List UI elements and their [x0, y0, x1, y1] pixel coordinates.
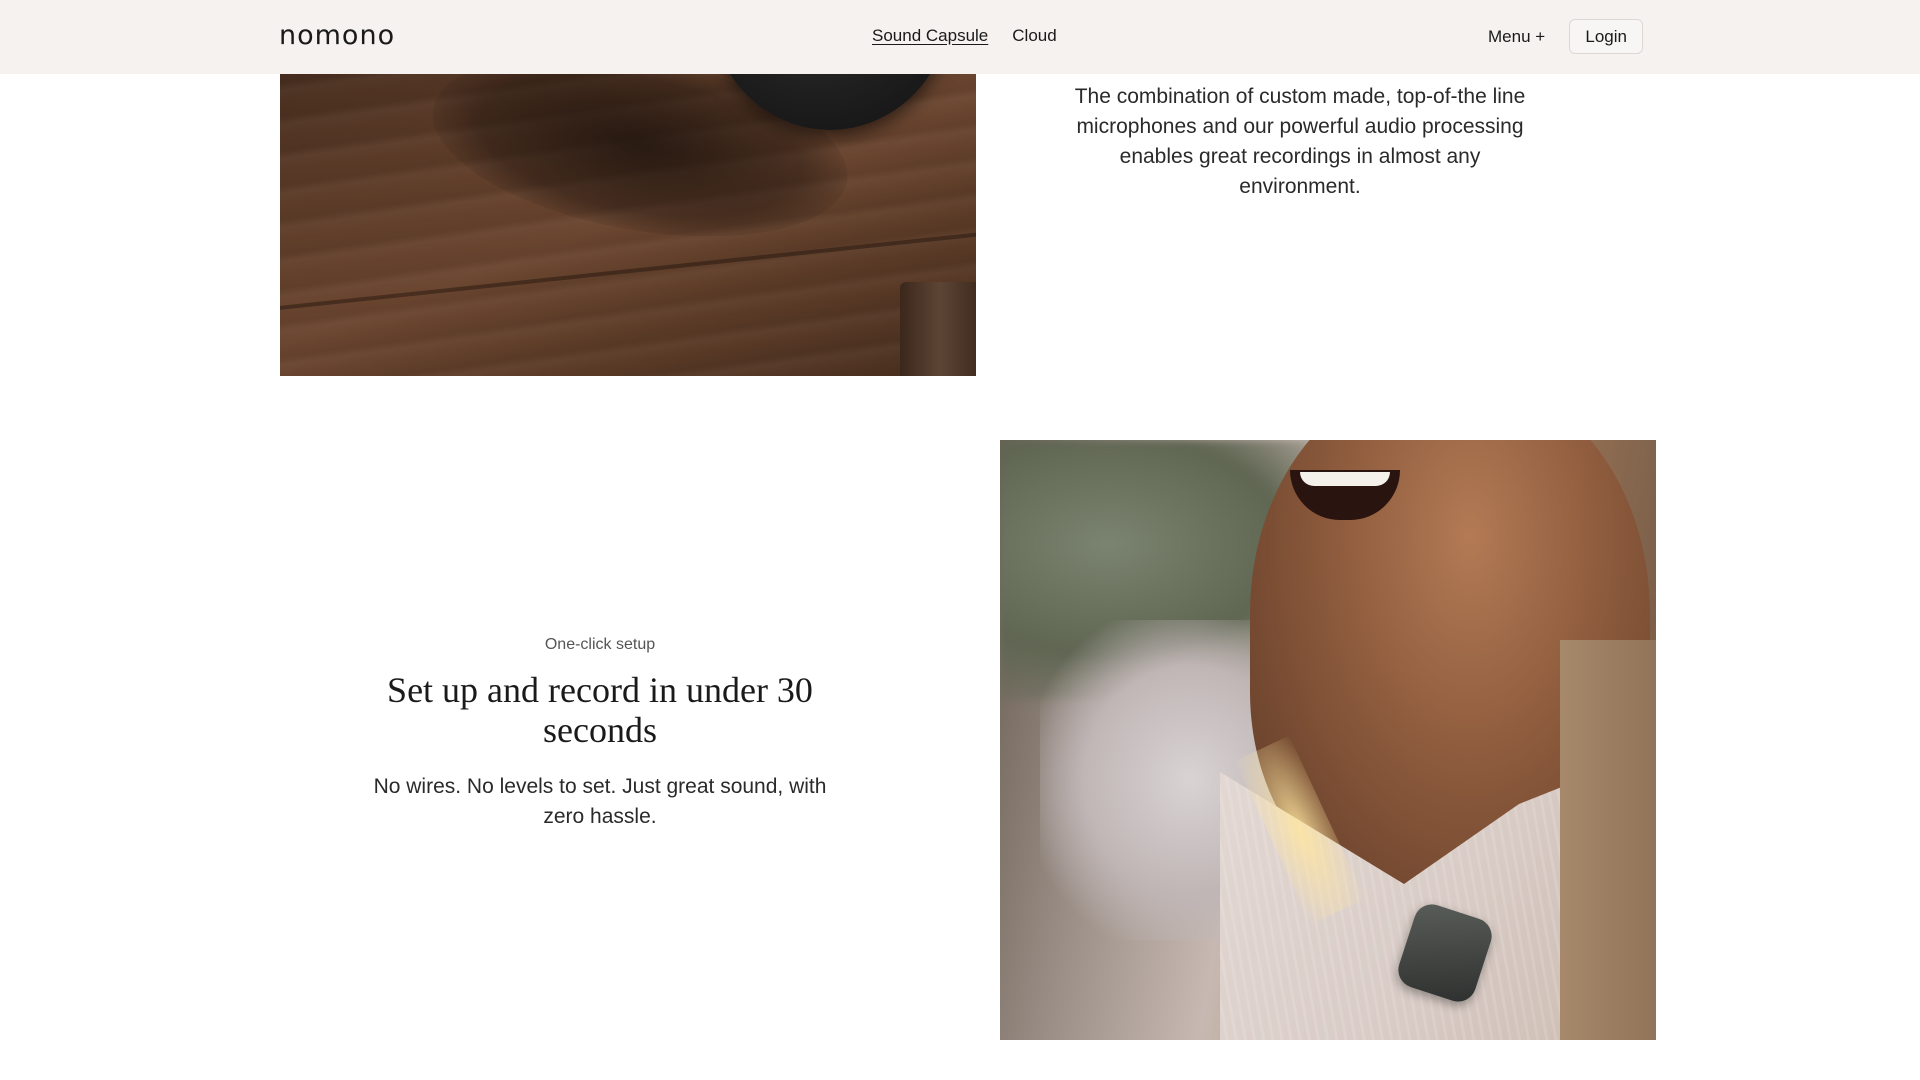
header-actions: Menu + Login [1488, 19, 1644, 54]
feature-title: Set up and record in under 30 seconds [387, 670, 813, 750]
feature-one-click-setup: One-click setup Set up and record in und… [340, 636, 860, 832]
intro-paragraph: The combination of custom made, top-of-t… [1074, 85, 1526, 198]
feature-body: No wires. No levels to set. Just great s… [373, 775, 827, 828]
table-edge [280, 228, 976, 312]
nomono-logo[interactable]: nomono [279, 20, 395, 51]
teeth [1300, 472, 1390, 486]
feature-eyebrow: One-click setup [544, 636, 656, 653]
nav-sound-capsule[interactable]: Sound Capsule [872, 26, 988, 46]
leather-strap [900, 282, 976, 376]
nav-cloud[interactable]: Cloud [1012, 26, 1056, 46]
person-wearing-capsule-photo [1000, 440, 1656, 1040]
site-header: nomono Sound Capsule Cloud Menu + Login [0, 0, 1920, 74]
login-button[interactable]: Login [1569, 19, 1644, 54]
menu-button[interactable]: Menu + [1488, 27, 1545, 47]
main-nav: Sound Capsule Cloud [872, 26, 1057, 46]
cardigan [1560, 640, 1656, 1040]
